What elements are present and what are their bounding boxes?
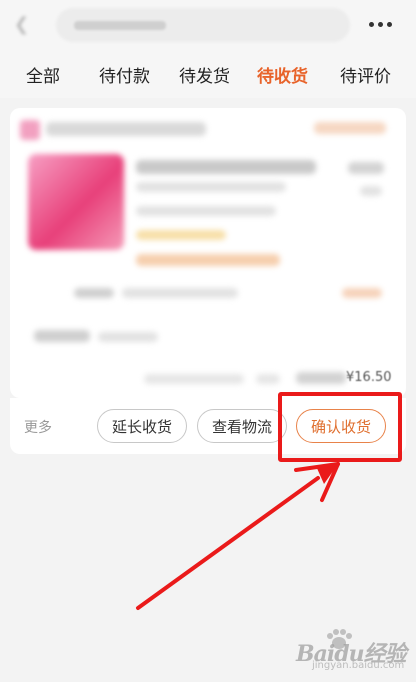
watermark-url: jingyan.baidu.com bbox=[312, 660, 405, 671]
baidu-watermark: Baidu经验 jingyan.baidu.com bbox=[296, 628, 412, 672]
annotation-arrow bbox=[136, 462, 340, 610]
